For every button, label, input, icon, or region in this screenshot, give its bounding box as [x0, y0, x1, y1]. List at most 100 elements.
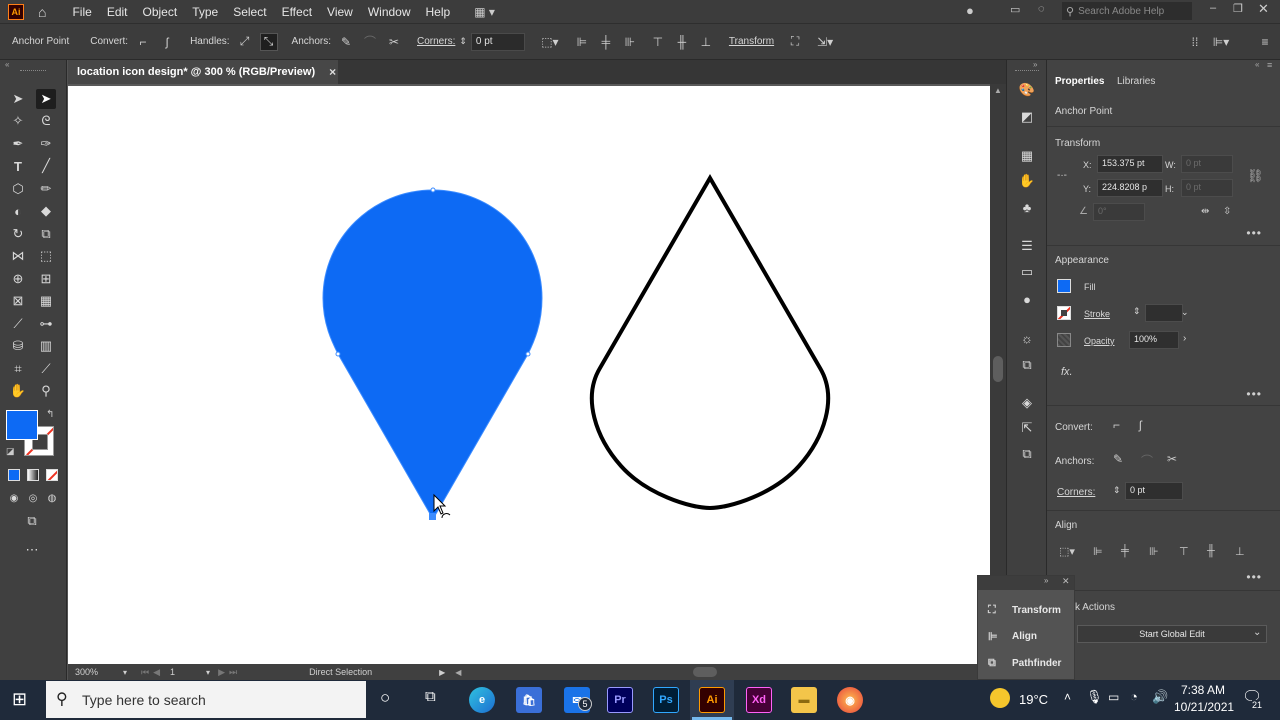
discover-icon[interactable]: ◌	[1038, 3, 1045, 15]
premiere-pro-icon[interactable]: Pr	[607, 687, 633, 713]
battery-icon[interactable]: ▭	[1108, 690, 1119, 704]
screen-mode-icon[interactable]: ⧉	[22, 511, 42, 531]
constrain-proportions-icon[interactable]: ⛓	[1247, 168, 1264, 184]
show-handles-icon[interactable]: ⤢	[236, 33, 254, 51]
user-account-icon[interactable]: ●	[966, 3, 974, 18]
align-group-icon[interactable]: ⊫▾	[1212, 33, 1230, 51]
close-panels-icon[interactable]: «	[1255, 60, 1259, 69]
hand-tool-icon[interactable]: ✋	[8, 381, 28, 401]
artwork[interactable]	[68, 86, 990, 664]
scroll-left-icon[interactable]: ◀	[455, 668, 461, 677]
canvas[interactable]	[68, 84, 990, 664]
stroke-weight-input[interactable]	[1145, 304, 1183, 322]
ellipse-tool-icon[interactable]: ⬡	[8, 179, 28, 199]
floating-panel-header[interactable]: » ✕	[978, 576, 1074, 590]
panel-align-right-icon[interactable]: ⊪	[1149, 545, 1159, 558]
illustrator-taskbar-icon[interactable]: Ai	[699, 687, 725, 713]
effects-label[interactable]: fx.	[1061, 366, 1073, 378]
transform-link[interactable]: Transform	[729, 36, 774, 47]
menu-window[interactable]: Window	[368, 5, 411, 19]
align-middle-icon[interactable]: ╫	[673, 33, 691, 51]
zoom-dropdown-icon[interactable]: ▾	[123, 668, 127, 677]
volume-icon[interactable]: 🔊	[1152, 689, 1168, 705]
photoshop-icon[interactable]: Ps	[653, 687, 679, 713]
align-more-options[interactable]: •••	[1246, 570, 1262, 584]
color-mode-icon[interactable]	[8, 469, 20, 481]
clock-time[interactable]: 7:38 AM	[1181, 683, 1225, 697]
width-input[interactable]: 0 pt	[1181, 155, 1233, 173]
stroke-weight-dropdown-icon[interactable]: ⌄	[1181, 307, 1189, 318]
pen-tool-icon[interactable]: ✒	[8, 134, 28, 154]
none-mode-icon[interactable]	[46, 469, 58, 481]
swatches-panel-icon[interactable]: ▦	[1018, 147, 1036, 165]
workspace-switcher-icon[interactable]: ▦ ▾	[474, 5, 495, 19]
weather-icon[interactable]	[990, 688, 1010, 708]
show-hidden-icons[interactable]: ˄	[1064, 690, 1071, 704]
stroke-swatch[interactable]	[1057, 306, 1071, 320]
artboard-tool-icon[interactable]: ⌗	[8, 359, 28, 379]
collapse-tools-icon[interactable]: «	[5, 60, 9, 69]
shaper-tool-icon[interactable]: ◐	[8, 201, 28, 221]
panel-cut-path-icon[interactable]: ✂	[1167, 452, 1177, 466]
expand-panel-icon[interactable]: »	[1044, 576, 1048, 585]
windows-start-icon[interactable]: ⊞	[12, 689, 27, 710]
corners-label[interactable]: Corners:	[1057, 487, 1095, 498]
status-menu-icon[interactable]: ▶	[439, 668, 445, 677]
magic-wand-tool-icon[interactable]: ✧	[8, 111, 28, 131]
artboard-dropdown-icon[interactable]: ▾	[206, 668, 210, 677]
panel-remove-anchor-icon[interactable]: ✎	[1113, 452, 1123, 466]
y-position-input[interactable]: 224.8208 p	[1097, 179, 1163, 197]
control-bar-menu-icon[interactable]: ≡	[1256, 33, 1274, 51]
gradient-panel-icon[interactable]: ▭	[1018, 263, 1036, 281]
direct-selection-tool-icon[interactable]: ➤	[36, 89, 56, 109]
graphic-styles-icon[interactable]: ⧉	[1018, 356, 1036, 374]
flip-vertical-icon[interactable]: ⇳	[1223, 206, 1231, 217]
corners-stepper-icon[interactable]: ⇕	[459, 36, 467, 47]
floating-transform-item[interactable]: ⛶ Transform	[988, 604, 1061, 617]
panel-align-left-icon[interactable]: ⊫	[1093, 545, 1103, 558]
panel-convert-corner-icon[interactable]: ⌐	[1113, 418, 1120, 432]
symbols-panel-icon[interactable]: ♣	[1018, 198, 1036, 216]
align-to-selection-icon[interactable]: ⬚▾	[541, 33, 559, 51]
clock-date[interactable]: 10/21/2021	[1174, 700, 1234, 714]
menu-effect[interactable]: Effect	[282, 5, 312, 19]
stroke-label[interactable]: Stroke	[1084, 309, 1110, 319]
line-segment-tool-icon[interactable]: ╱	[36, 156, 56, 176]
panel-connect-anchors-icon[interactable]: ⌒	[1141, 452, 1153, 469]
gradient-mode-icon[interactable]	[27, 469, 39, 481]
arrange-documents-icon[interactable]: ▭	[1010, 3, 1020, 16]
curvature-tool-icon[interactable]: ✑	[36, 134, 56, 154]
panel-menu-icon[interactable]: ≡	[1267, 60, 1272, 70]
fill-color-swatch[interactable]	[6, 410, 38, 440]
floating-pathfinder-item[interactable]: ⧉ Pathfinder	[988, 657, 1061, 670]
tab-libraries[interactable]: Libraries	[1117, 76, 1155, 87]
minimize-window-button[interactable]: –	[1210, 2, 1216, 14]
default-fill-stroke-icon[interactable]: ◪	[6, 446, 15, 457]
appearance-more-options[interactable]: •••	[1246, 387, 1262, 401]
opacity-label[interactable]: Opacity	[1084, 336, 1115, 346]
panel-align-middle-icon[interactable]: ╫	[1207, 545, 1215, 557]
symbol-sprayer-tool-icon[interactable]: ⛁	[8, 336, 28, 356]
artboard[interactable]	[68, 86, 990, 664]
document-tab[interactable]: location icon design* @ 300 % (RGB/Previ…	[68, 60, 338, 84]
stroke-panel-icon[interactable]: ☰	[1018, 237, 1036, 255]
last-artboard-icon[interactable]: ⏭	[229, 667, 237, 678]
convert-to-corner-icon[interactable]: ⌐	[134, 33, 152, 51]
opacity-slider-icon[interactable]: ›	[1183, 333, 1186, 344]
network-icon[interactable]: ◔	[1130, 689, 1138, 704]
expand-panels-icon[interactable]: »	[1033, 60, 1037, 69]
edge-browser-icon[interactable]: e	[469, 687, 495, 713]
close-document-icon[interactable]: ×	[329, 65, 336, 79]
draw-behind-icon[interactable]: ◎	[23, 488, 43, 508]
brushes-panel-icon[interactable]: ✋	[1018, 172, 1036, 190]
reference-point-icon[interactable]: -·-	[1057, 170, 1067, 181]
microphone-icon[interactable]: 🎙	[1086, 689, 1103, 705]
connect-anchors-icon[interactable]: ⌒	[361, 33, 379, 51]
panel-align-center-icon[interactable]: ╪	[1121, 545, 1129, 557]
panel-convert-smooth-icon[interactable]: ʃ	[1139, 418, 1142, 432]
corners-input[interactable]: 0 pt	[470, 32, 525, 51]
height-input[interactable]: 0 pt	[1181, 179, 1233, 197]
next-artboard-icon[interactable]: ▶	[218, 667, 225, 678]
scroll-up-icon[interactable]: ▲	[994, 86, 1002, 95]
panel-strip-grip[interactable]	[1015, 70, 1039, 73]
